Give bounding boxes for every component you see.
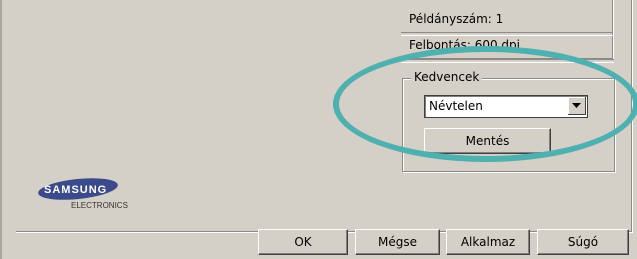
favorites-selected-value: Névtelen bbox=[429, 99, 483, 113]
logo-brand-text: SAMSUNG bbox=[44, 184, 107, 196]
logo-sub-text: ELECTRONICS bbox=[71, 201, 128, 210]
resolution-info: Felbontás: 600 dpi bbox=[409, 38, 520, 52]
info-bottom-separator bbox=[401, 59, 614, 63]
favorites-dropdown[interactable]: Névtelen bbox=[424, 95, 588, 118]
copies-info: Példányszám: 1 bbox=[409, 12, 504, 26]
window-left-border bbox=[0, 0, 2, 259]
help-button[interactable]: Súgó bbox=[537, 229, 629, 255]
apply-button[interactable]: Alkalmaz bbox=[446, 229, 530, 255]
favorites-groupbox bbox=[402, 78, 615, 172]
favorites-label: Kedvencek bbox=[411, 70, 483, 84]
save-favorite-button[interactable]: Mentés bbox=[424, 128, 551, 154]
chevron-down-icon[interactable] bbox=[568, 97, 586, 115]
samsung-logo: SAMSUNG ELECTRONICS bbox=[38, 178, 178, 212]
cancel-button[interactable]: Mégse bbox=[355, 229, 440, 255]
printer-info-box: Példányszám: 1 Felbontás: 600 dpi bbox=[401, 0, 614, 60]
ok-button[interactable]: OK bbox=[258, 229, 348, 255]
info-separator bbox=[401, 32, 613, 36]
